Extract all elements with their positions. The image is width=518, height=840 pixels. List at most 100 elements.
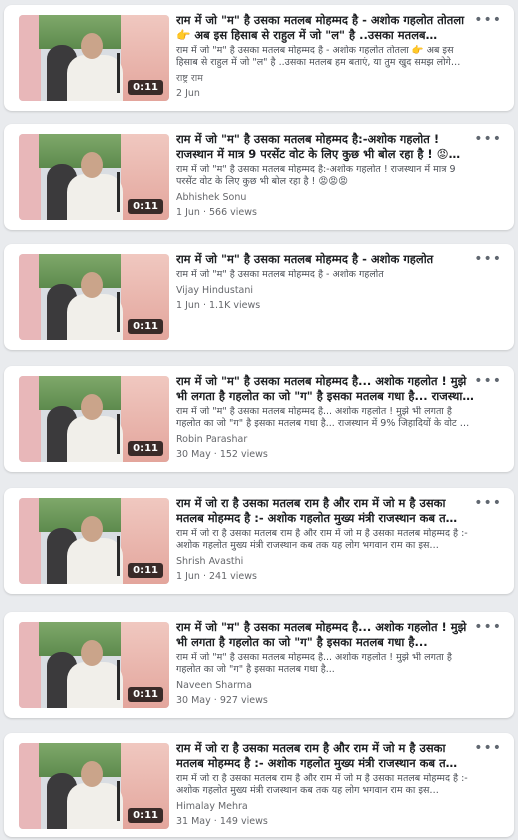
duration-badge: 0:11: [128, 563, 163, 578]
author-name[interactable]: Naveen Sharma: [176, 680, 476, 692]
thumbnail-speaker: [67, 538, 123, 584]
microphone-icon: [117, 172, 120, 212]
thumbnail-background: [19, 622, 41, 708]
video-title[interactable]: राम में जो रा है उसका मतलब राम है और राम…: [176, 496, 476, 526]
post-date: 1 Jun: [176, 207, 200, 218]
video-meta: 1 Jun · 241 views: [176, 571, 476, 583]
thumbnail-speaker: [67, 416, 123, 462]
video-card[interactable]: 0:11 राम में जो "म" है उसका मतलब मोहम्मद…: [4, 5, 514, 111]
meta-separator: ·: [210, 695, 220, 706]
duration-badge: 0:11: [128, 441, 163, 456]
meta-separator: ·: [199, 207, 209, 218]
microphone-icon: [117, 536, 120, 576]
author-name[interactable]: Robin Parashar: [176, 434, 476, 446]
video-title[interactable]: राम में जो रा है उसका मतलब राम है और राम…: [176, 741, 476, 771]
author-name[interactable]: Vijay Hindustani: [176, 285, 476, 297]
view-count: 566 views: [208, 207, 257, 218]
thumbnail-background: [19, 15, 41, 101]
thumbnail-speaker-head: [81, 272, 103, 298]
video-card[interactable]: 0:11 राम में जो रा है उसका मतलब राम है औ…: [4, 733, 514, 837]
microphone-icon: [117, 781, 120, 821]
thumbnail-speaker: [67, 294, 123, 340]
duration-badge: 0:11: [128, 319, 163, 334]
author-name[interactable]: Abhishek Sonu: [176, 192, 476, 204]
thumbnail-background: [19, 254, 41, 340]
thumbnail-speaker-head: [81, 761, 103, 787]
video-thumbnail[interactable]: 0:11: [19, 376, 169, 462]
video-card[interactable]: 0:11 राम में जो "म" है उसका मतलब मोहम्मद…: [4, 366, 514, 472]
video-meta: 2 Jun: [176, 88, 476, 100]
view-count: 149 views: [219, 816, 268, 827]
view-count: 927 views: [219, 695, 268, 706]
video-thumbnail[interactable]: 0:11: [19, 254, 169, 340]
post-date: 1 Jun: [176, 300, 200, 311]
video-title[interactable]: राम में जो "म" है उसका मतलब मोहम्मद है -…: [176, 13, 476, 43]
video-meta: 30 May · 927 views: [176, 695, 476, 707]
microphone-icon: [117, 292, 120, 332]
duration-badge: 0:11: [128, 808, 163, 823]
video-thumbnail[interactable]: 0:11: [19, 134, 169, 220]
more-options-icon[interactable]: •••: [474, 252, 502, 266]
video-description: राम में जो "म" है उसका मतलब मोहम्मद है..…: [176, 652, 452, 675]
more-options-icon[interactable]: •••: [474, 620, 502, 634]
author-name[interactable]: राष्ट्र राम: [176, 73, 476, 85]
video-description: राम में जो "म" है उसका मतलब मोहम्मद है -…: [176, 269, 384, 280]
more-options-icon[interactable]: •••: [474, 132, 502, 146]
thumbnail-speaker-head: [81, 152, 103, 178]
video-thumbnail[interactable]: 0:11: [19, 743, 169, 829]
thumbnail-speaker-head: [81, 640, 103, 666]
thumbnail-background: [19, 498, 41, 584]
thumbnail-speaker: [67, 55, 123, 101]
video-description: राम में जो रा है उसका मतलब राम है और राम…: [176, 528, 468, 551]
post-date: 31 May: [176, 816, 211, 827]
video-meta: 1 Jun · 1.1K views: [176, 300, 476, 312]
thumbnail-speaker-head: [81, 394, 103, 420]
duration-badge: 0:11: [128, 199, 163, 214]
thumbnail-background: [19, 376, 41, 462]
thumbnail-background: [19, 743, 41, 829]
thumbnail-speaker-head: [81, 33, 103, 59]
video-meta: 30 May · 152 views: [176, 449, 476, 461]
video-card[interactable]: 0:11 राम में जो "म" है उसका मतलब मोहम्मद…: [4, 612, 514, 718]
video-description: राम में जो "म" है उसका मतलब मोहम्मद है:-…: [176, 164, 456, 187]
author-name[interactable]: Himalay Mehra: [176, 801, 476, 813]
video-title[interactable]: राम में जो "म" है उसका मतलब मोहम्मद है -…: [176, 252, 476, 267]
thumbnail-speaker: [67, 174, 123, 220]
more-options-icon[interactable]: •••: [474, 13, 502, 27]
video-title[interactable]: राम में जो "म" है उसका मतलब मोहम्मद है..…: [176, 374, 476, 404]
thumbnail-speaker: [67, 662, 123, 708]
thumbnail-speaker-head: [81, 516, 103, 542]
video-title[interactable]: राम में जो "म" है उसका मतलब मोहम्मद है:-…: [176, 132, 476, 162]
more-options-icon[interactable]: •••: [474, 496, 502, 510]
view-count: 241 views: [208, 571, 257, 582]
video-meta: 31 May · 149 views: [176, 816, 476, 828]
post-date: 2 Jun: [176, 88, 200, 99]
microphone-icon: [117, 414, 120, 454]
video-description: राम में जो "म" है उसका मतलब मोहम्मद है -…: [176, 45, 461, 68]
author-name[interactable]: Shrish Avasthi: [176, 556, 476, 568]
video-card[interactable]: 0:11 राम में जो रा है उसका मतलब राम है औ…: [4, 488, 514, 594]
duration-badge: 0:11: [128, 80, 163, 95]
meta-separator: ·: [199, 571, 209, 582]
video-card[interactable]: 0:11 राम में जो "म" है उसका मतलब मोहम्मद…: [4, 124, 514, 230]
duration-badge: 0:11: [128, 687, 163, 702]
more-options-icon[interactable]: •••: [474, 374, 502, 388]
more-options-icon[interactable]: •••: [474, 741, 502, 755]
microphone-icon: [117, 660, 120, 700]
view-count: 1.1K views: [208, 300, 261, 311]
post-date: 30 May: [176, 695, 211, 706]
video-description: राम में जो "म" है उसका मतलब मोहम्मद है..…: [176, 406, 470, 429]
video-thumbnail[interactable]: 0:11: [19, 498, 169, 584]
view-count: 152 views: [219, 449, 268, 460]
video-title[interactable]: राम में जो "म" है उसका मतलब मोहम्मद है..…: [176, 620, 476, 650]
meta-separator: ·: [199, 300, 209, 311]
microphone-icon: [117, 53, 120, 93]
post-date: 30 May: [176, 449, 211, 460]
video-description: राम में जो रा है उसका मतलब राम है और राम…: [176, 773, 468, 796]
thumbnail-background: [19, 134, 41, 220]
video-thumbnail[interactable]: 0:11: [19, 15, 169, 101]
post-date: 1 Jun: [176, 571, 200, 582]
video-meta: 1 Jun · 566 views: [176, 207, 476, 219]
video-thumbnail[interactable]: 0:11: [19, 622, 169, 708]
video-card[interactable]: 0:11 राम में जो "म" है उसका मतलब मोहम्मद…: [4, 244, 514, 350]
